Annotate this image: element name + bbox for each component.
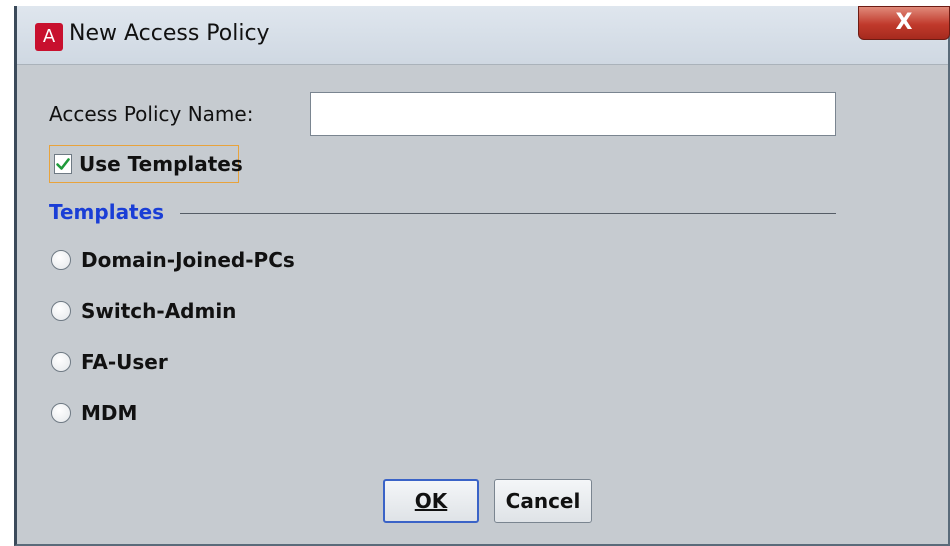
radio-button[interactable] xyxy=(51,301,71,321)
template-option-label: Domain-Joined-PCs xyxy=(81,248,295,272)
checkmark-icon xyxy=(56,158,70,170)
template-option-label: FA-User xyxy=(81,350,168,374)
cancel-button-label: Cancel xyxy=(505,489,581,513)
template-option-domain-joined-pcs[interactable]: Domain-Joined-PCs xyxy=(51,248,295,272)
close-icon: X xyxy=(895,10,913,35)
ok-button[interactable]: OK xyxy=(383,479,479,523)
access-policy-name-label: Access Policy Name: xyxy=(49,102,254,126)
radio-button[interactable] xyxy=(51,250,71,270)
template-option-fa-user[interactable]: FA-User xyxy=(51,350,168,374)
template-option-switch-admin[interactable]: Switch-Admin xyxy=(51,299,236,323)
template-option-label: MDM xyxy=(81,401,138,425)
radio-button[interactable] xyxy=(51,352,71,372)
access-policy-name-input[interactable] xyxy=(310,92,836,136)
section-divider xyxy=(180,213,836,214)
dialog-content: Access Policy Name: Use Templates Templa… xyxy=(17,64,948,544)
templates-section-title: Templates xyxy=(49,200,165,224)
ok-button-label: OK xyxy=(414,489,448,513)
app-logo-icon: A xyxy=(35,23,63,51)
use-templates-label: Use Templates xyxy=(79,152,243,176)
cancel-button[interactable]: Cancel xyxy=(494,479,592,523)
template-option-label: Switch-Admin xyxy=(81,299,237,323)
radio-button[interactable] xyxy=(51,403,71,423)
dialog-window: A New Access Policy X Access Policy Name… xyxy=(14,6,950,546)
title-bar: A New Access Policy X xyxy=(17,6,950,64)
checkbox-box[interactable] xyxy=(54,154,72,174)
window-title: New Access Policy xyxy=(69,21,270,46)
close-button[interactable]: X xyxy=(858,6,950,40)
use-templates-checkbox[interactable]: Use Templates xyxy=(49,145,243,183)
template-option-mdm[interactable]: MDM xyxy=(51,401,137,425)
